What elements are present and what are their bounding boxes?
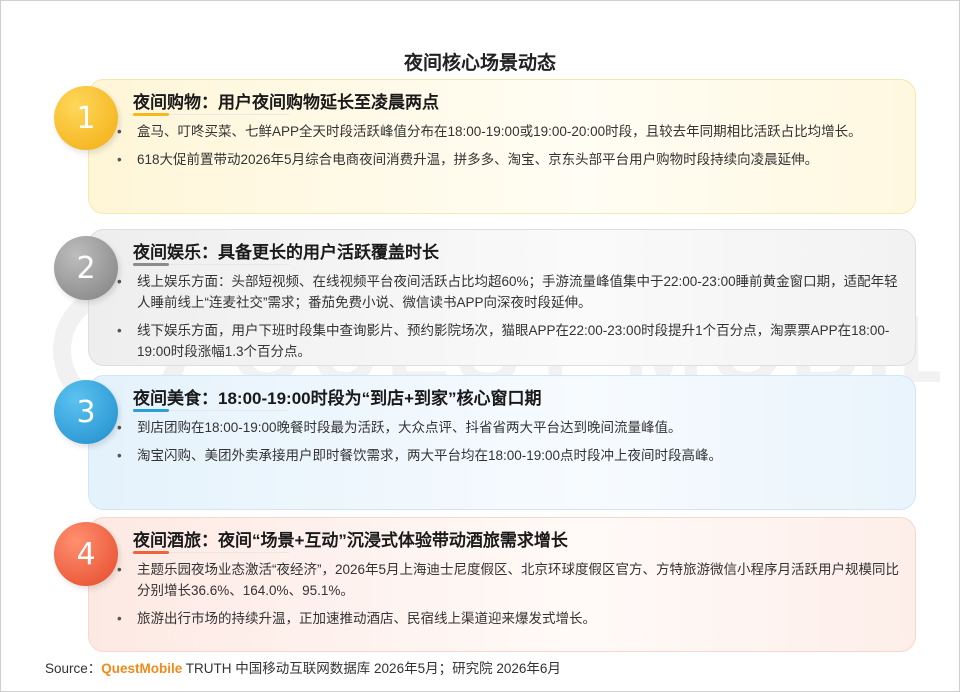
bullet-item: 主题乐园夜场业态激活“夜经济”，2026年5月上海迪士尼度假区、北京环球度假区官… — [117, 559, 907, 601]
bullet-item: 线下娱乐方面，用户下班时段集中查询影片、预约影院场次，猫眼APP在22:00-2… — [117, 320, 907, 362]
page-title: 夜间核心场景动态 — [403, 53, 556, 74]
bullet-list: 线上娱乐方面：头部短视频、在线视频平台夜间活跃占比均超60%；手游流量峰值集中于… — [117, 271, 907, 369]
card-heading: 夜间购物：用户夜间购物延长至凌晨两点 — [133, 93, 439, 112]
number-badge-2: 2 — [54, 236, 118, 300]
card-heading: 夜间美食：18:00-19:00时段为“到店+到家”核心窗口期 — [133, 389, 542, 408]
source-brand: QuestMobile — [101, 661, 183, 676]
number-badge-4: 4 — [54, 522, 118, 586]
bullet-item: 盒马、叮咚买菜、七鲜APP全天时段活跃峰值分布在18:00-19:00或19:0… — [117, 121, 907, 142]
number-badge-1: 1 — [54, 86, 118, 150]
card-night-travel: 夜间酒旅：夜间“场景+互动”沉浸式体验带动酒旅需求增长 主题乐园夜场业态激活“夜… — [88, 517, 916, 652]
heading-underline — [133, 551, 169, 554]
source-text: TRUTH 中国移动互联网数据库 2026年5月；研究院 2026年6月 — [182, 661, 561, 676]
bullet-list: 主题乐园夜场业态激活“夜经济”，2026年5月上海迪士尼度假区、北京环球度假区官… — [117, 559, 907, 636]
heading-underline — [133, 113, 169, 116]
heading-divider — [169, 410, 289, 411]
bullet-item: 淘宝闪购、美团外卖承接用户即时餐饮需求，两大平台均在18:00-19:00点时段… — [117, 445, 907, 466]
card-night-shopping: 夜间购物：用户夜间购物延长至凌晨两点 盒马、叮咚买菜、七鲜APP全天时段活跃峰值… — [88, 79, 916, 214]
card-night-entertainment: 夜间娱乐：具备更长的用户活跃覆盖时长 线上娱乐方面：头部短视频、在线视频平台夜间… — [88, 229, 916, 366]
heading-divider — [169, 552, 289, 553]
card-night-food: 夜间美食：18:00-19:00时段为“到店+到家”核心窗口期 到店团购在18:… — [88, 375, 916, 510]
bullet-item: 线上娱乐方面：头部短视频、在线视频平台夜间活跃占比均超60%；手游流量峰值集中于… — [117, 271, 907, 313]
bullet-list: 盒马、叮咚买菜、七鲜APP全天时段活跃峰值分布在18:00-19:00或19:0… — [117, 121, 907, 177]
bullet-item: 618大促前置带动2026年5月综合电商夜间消费升温，拼多多、淘宝、京东头部平台… — [117, 149, 907, 170]
card-heading: 夜间娱乐：具备更长的用户活跃覆盖时长 — [133, 243, 439, 262]
bullet-item: 旅游出行市场的持续升温，正加速推动酒店、民宿线上渠道迎来爆发式增长。 — [117, 608, 907, 629]
source-note: Source：QuestMobile TRUTH 中国移动互联网数据库 2026… — [45, 657, 561, 677]
source-prefix: Source： — [45, 661, 102, 676]
bullet-item: 到店团购在18:00-19:00晚餐时段最为活跃，大众点评、抖省省两大平台达到晚… — [117, 417, 907, 438]
card-heading: 夜间酒旅：夜间“场景+互动”沉浸式体验带动酒旅需求增长 — [133, 531, 568, 550]
number-badge-3: 3 — [54, 380, 118, 444]
heading-underline — [133, 409, 169, 412]
heading-divider — [169, 114, 289, 115]
heading-underline — [133, 263, 169, 266]
bullet-list: 到店团购在18:00-19:00晚餐时段最为活跃，大众点评、抖省省两大平台达到晚… — [117, 417, 907, 473]
heading-divider — [169, 264, 289, 265]
